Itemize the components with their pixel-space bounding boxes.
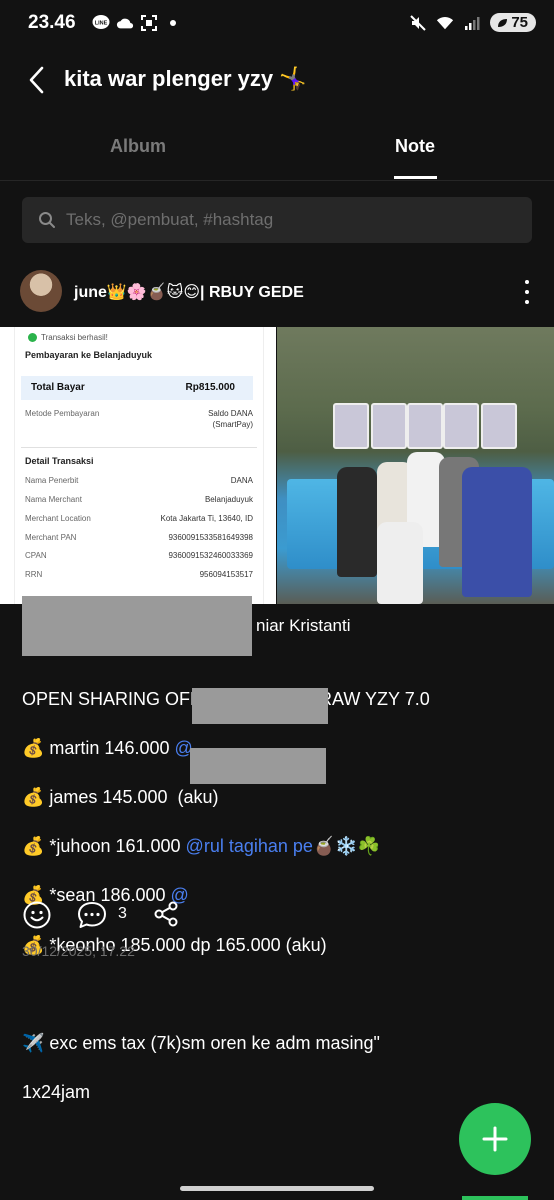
status-right-icons: 75: [409, 13, 536, 32]
receipt-row-value: Kota Jakarta Ti, 13640, ID: [160, 514, 254, 523]
receipt-card: Transaksi berhasil! Pembayaran ke Belanj…: [14, 327, 264, 604]
battery-leaf-icon: [498, 18, 508, 27]
photocard: [371, 403, 407, 449]
receipt-pay-title: Pembayaran ke Belanjaduyuk: [25, 350, 153, 360]
search-input[interactable]: [64, 209, 508, 231]
receipt-total-label: Total Bayar: [31, 382, 85, 393]
add-note-button[interactable]: [459, 1103, 531, 1175]
receipt-total: Total Bayar Rp815.000: [21, 376, 253, 400]
comment-count: 3: [118, 905, 127, 922]
screenshot-icon: [140, 14, 158, 32]
bottom-accent: [462, 1196, 528, 1200]
share-icon: [154, 901, 178, 927]
post-line: [22, 982, 430, 1007]
receipt-method-value-2: (SmartPay): [212, 420, 253, 429]
receipt-row-label: RRN: [25, 570, 43, 579]
more-options-button[interactable]: [520, 280, 534, 304]
cloud-icon: [116, 14, 134, 32]
chevron-left-icon: [29, 66, 44, 94]
receipt-detail-title: Detail Transaksi: [25, 456, 94, 466]
photocard: [407, 403, 443, 449]
post-body: OPEN SHARING OFFLINE LUCKYDRAW YZY 7.0 💰…: [22, 662, 430, 1129]
receipt-total-value: Rp815.000: [185, 382, 235, 393]
search-icon: [39, 212, 55, 228]
person-figure: [337, 467, 377, 577]
comment-icon: [78, 902, 106, 928]
check-icon: [28, 333, 37, 342]
share-button[interactable]: [152, 900, 180, 928]
battery-level: 75: [511, 14, 528, 31]
receipt-row-value: Belanjaduyuk: [204, 495, 253, 504]
redaction-block: [192, 688, 328, 724]
tab-album[interactable]: Album: [58, 136, 218, 157]
signal-icon: [463, 14, 481, 32]
search-bar[interactable]: [22, 197, 532, 243]
receipt-method-value-1: Saldo DANA: [208, 409, 253, 418]
post-line: 💰 james 145.000 (aku): [22, 786, 219, 807]
post-line: 1x24jam: [22, 1082, 91, 1103]
post-name-line: niar Kristanti: [256, 616, 351, 635]
receipt-row-value: 9360091533581649398: [168, 533, 253, 542]
battery-indicator: 75: [490, 13, 536, 32]
post-line: 💰 *juhoon 161.000 @rul tagihan pe🧉❄️☘️: [22, 836, 381, 857]
post-line: ✈️ exc ems tax (7k)sm oren ke adm masing…: [22, 1032, 380, 1053]
redaction-block: [190, 748, 326, 784]
plus-icon: [482, 1126, 508, 1152]
line-app-icon: LINE: [92, 14, 110, 32]
receipt-row-label: Nama Penerbit: [25, 476, 79, 485]
receipt-row-label: CPAN: [25, 551, 47, 560]
wifi-icon: [436, 14, 454, 32]
svg-text:LINE: LINE: [95, 21, 108, 27]
receipt-row-label: Merchant Location: [25, 514, 91, 523]
receipt-row-label: Merchant PAN: [25, 533, 77, 542]
receipt-row-value: 9360091532460033369: [168, 551, 253, 560]
post-timestamp: 30/12/2025, 17.22: [22, 943, 135, 959]
smiley-icon: [23, 901, 51, 929]
mention-link[interactable]: @rul tagihan pe: [186, 836, 313, 856]
status-left-icons: LINE: [92, 14, 182, 32]
status-time: 23.46: [28, 12, 76, 33]
photocard: [481, 403, 517, 449]
receipt-row-value: DANA: [230, 476, 253, 485]
back-button[interactable]: [22, 62, 50, 98]
tab-divider: [0, 180, 554, 181]
receipt-status: Transaksi berhasil!: [28, 333, 108, 342]
active-tab-indicator: [394, 176, 437, 179]
receipt-divider: [21, 447, 257, 448]
receipt-row-value: 956094153517: [199, 570, 253, 579]
mute-icon: [409, 14, 427, 32]
react-button[interactable]: [22, 900, 52, 930]
author-name[interactable]: june👑🌸🧉🐱😊| RBUY GEDE: [74, 282, 304, 302]
dot-icon: [164, 14, 182, 32]
photocard: [443, 403, 479, 449]
home-indicator[interactable]: [180, 1186, 374, 1191]
more-dot-icon: [525, 280, 529, 284]
author-avatar[interactable]: [20, 270, 62, 312]
receipt-status-text: Transaksi berhasil!: [41, 333, 108, 342]
page-title: kita war plenger yzy 🤸‍♀️: [64, 66, 307, 91]
receipt-method-label: Metode Pembayaran: [25, 409, 100, 418]
receipt-row-label: Nama Merchant: [25, 495, 82, 504]
photocard: [333, 403, 369, 449]
person-figure: [462, 467, 532, 597]
group-photo-image[interactable]: [277, 327, 554, 604]
receipt-image[interactable]: Transaksi berhasil! Pembayaran ke Belanj…: [0, 327, 276, 604]
comment-button[interactable]: [76, 900, 108, 930]
tab-note[interactable]: Note: [335, 136, 495, 157]
redaction-block: [22, 596, 252, 656]
person-figure: [377, 522, 423, 604]
